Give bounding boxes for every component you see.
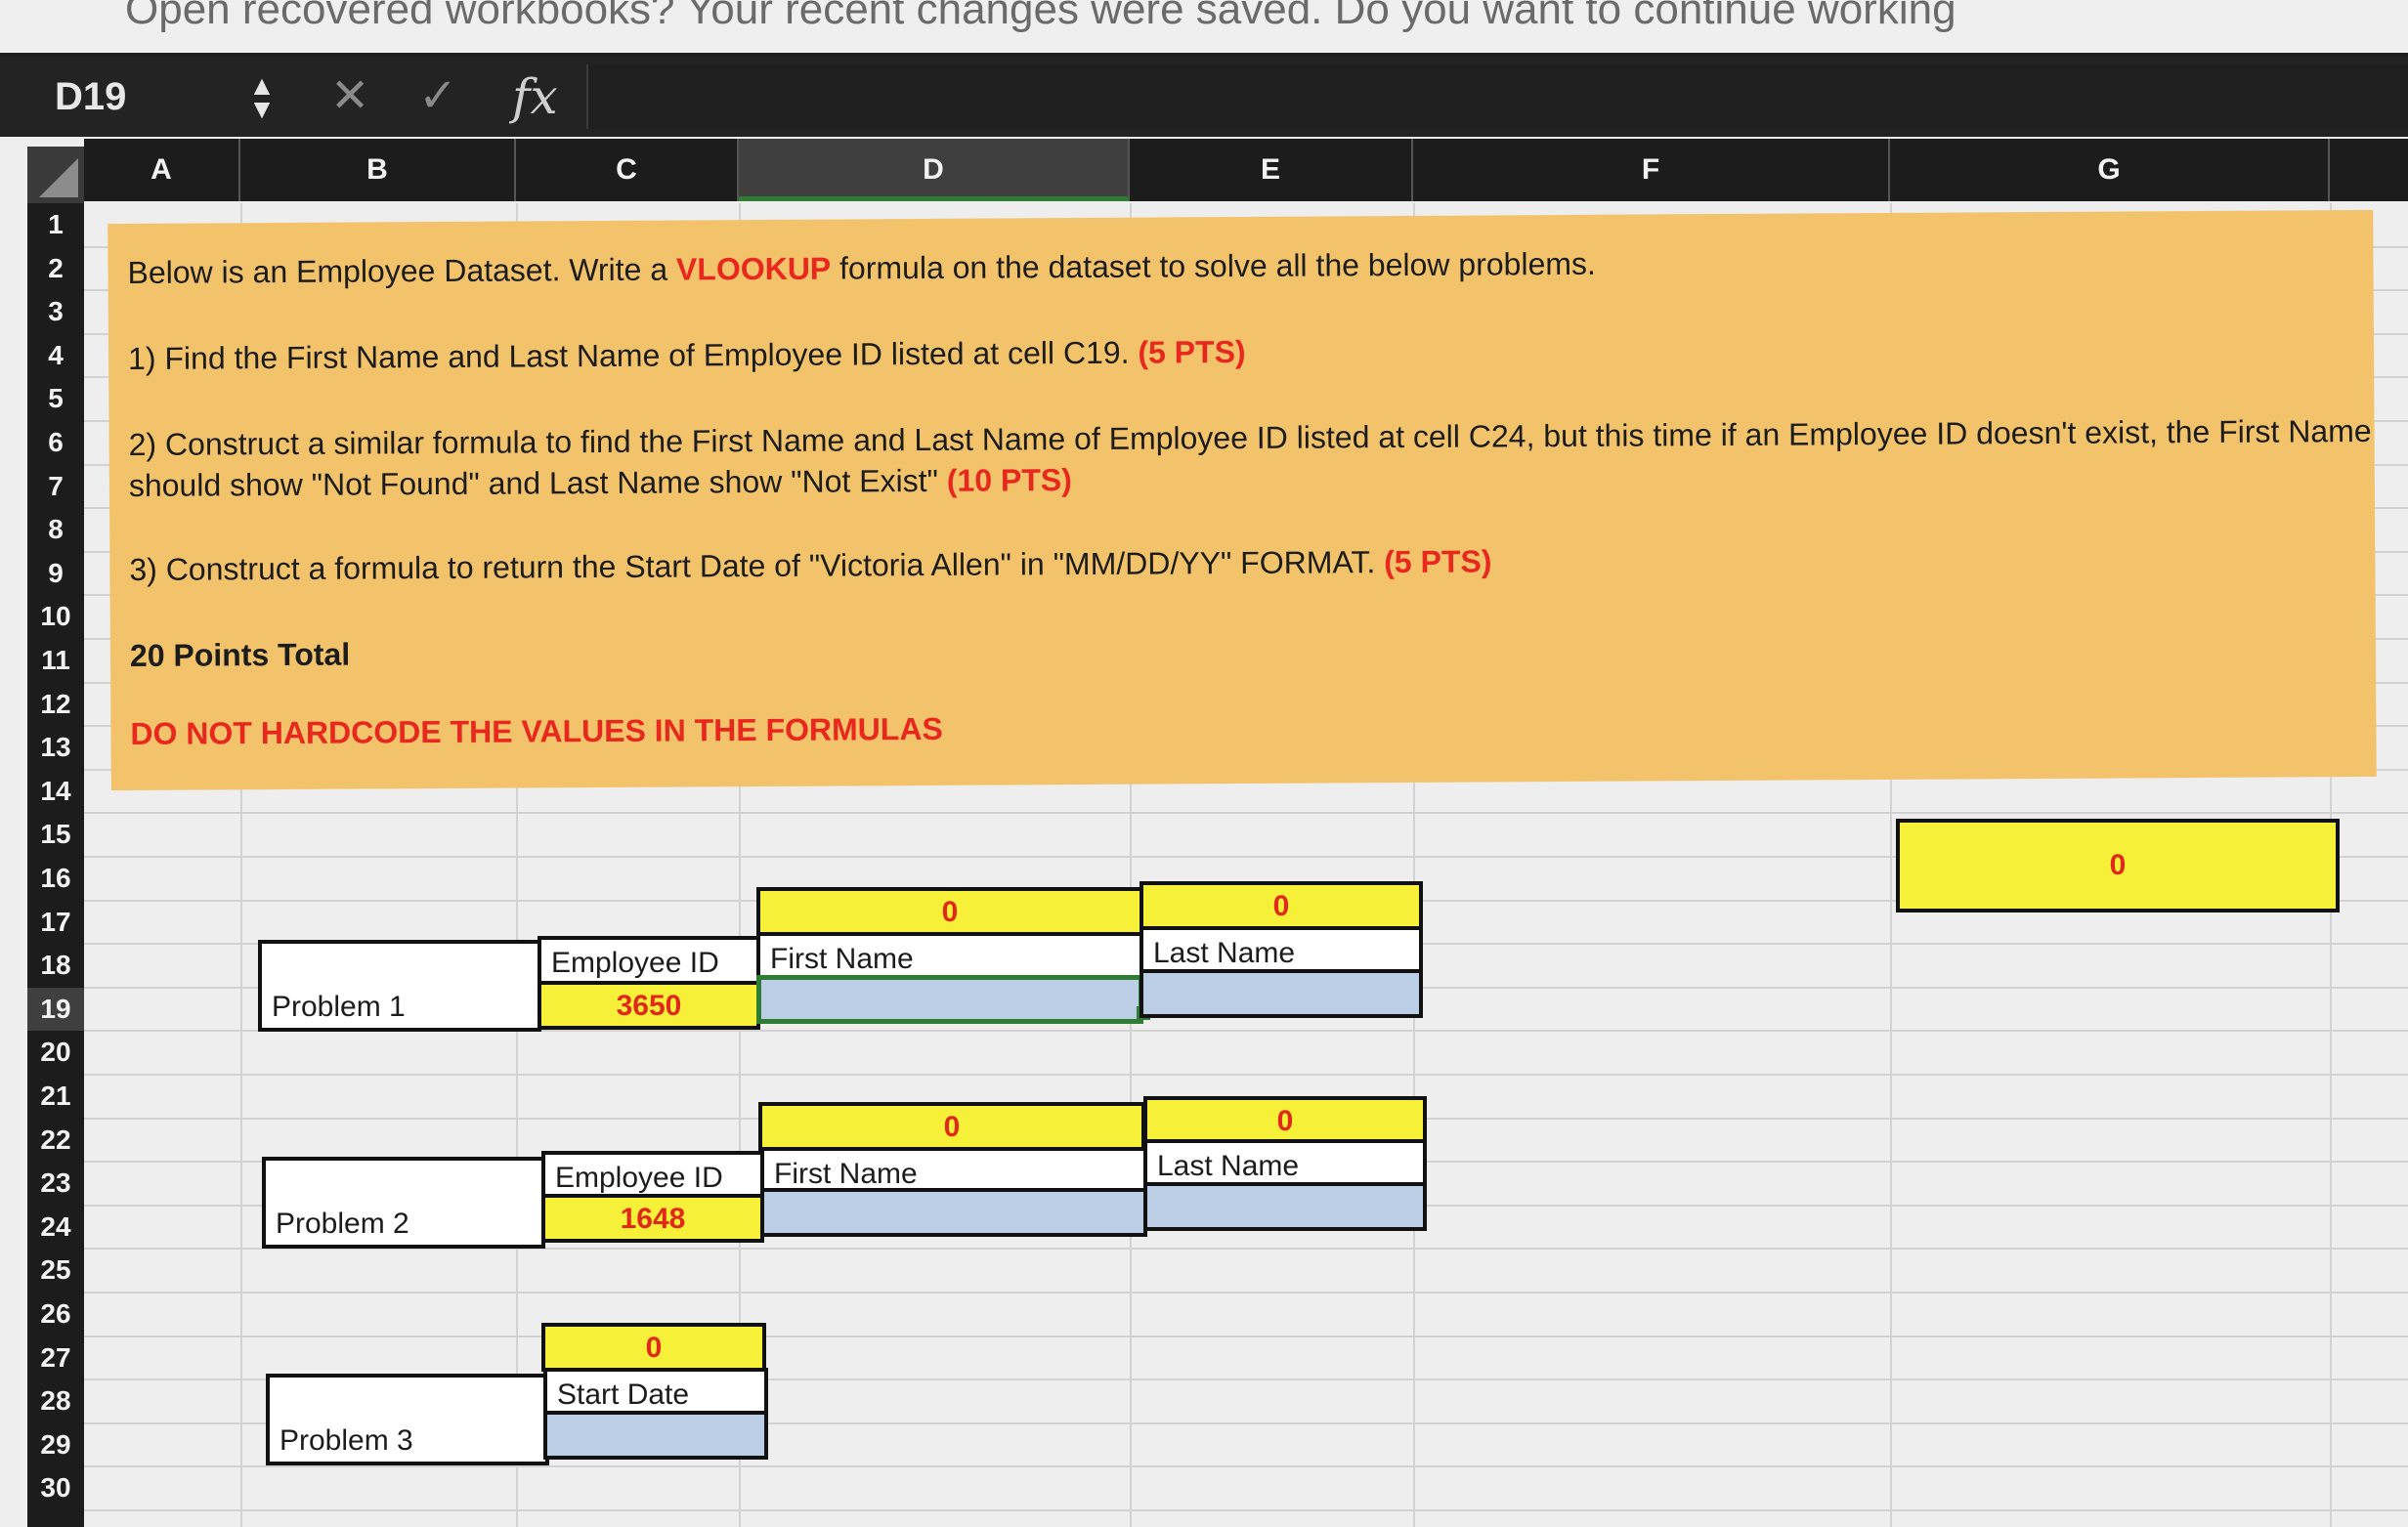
formula-input[interactable]	[586, 64, 2408, 129]
column-header-g[interactable]: G	[1890, 139, 2330, 201]
row-header-14[interactable]: 14	[27, 770, 84, 813]
row-gridline	[84, 1292, 2408, 1294]
row-header-15[interactable]: 15	[27, 813, 84, 856]
row-header-7[interactable]: 7	[27, 465, 84, 508]
question-3-text: 3) Construct a formula to return the Sta…	[129, 544, 1385, 587]
row-header-27[interactable]: 27	[27, 1336, 84, 1379]
problem2-label: Problem 2	[276, 1208, 409, 1240]
row-header-2[interactable]: 2	[27, 247, 84, 290]
row-header-28[interactable]: 28	[27, 1379, 84, 1422]
instruction-intro: Below is an Employee Dataset. Write a VL…	[127, 246, 1596, 291]
notification-text: Open recovered workbooks? Your recent ch…	[125, 0, 1956, 33]
row-header-29[interactable]: 29	[27, 1423, 84, 1466]
problem2-id-value[interactable]: 1648	[541, 1194, 764, 1243]
cell-g16[interactable]: 0	[1896, 819, 2340, 912]
row-header-10[interactable]: 10	[27, 595, 84, 638]
column-header-b[interactable]: B	[240, 139, 516, 201]
row-header-26[interactable]: 26	[27, 1293, 84, 1336]
row-header-8[interactable]: 8	[27, 508, 84, 551]
intro-text-start: Below is an Employee Dataset. Write a	[127, 251, 677, 290]
question-1: 1) Find the First Name and Last Name of …	[128, 334, 1246, 377]
row-header-3[interactable]: 3	[27, 290, 84, 333]
row-header-16[interactable]: 16	[27, 857, 84, 900]
row-gridline	[84, 1074, 2408, 1076]
problem3-label: Problem 3	[280, 1424, 413, 1457]
name-box[interactable]: D19	[27, 64, 233, 129]
row-header-18[interactable]: 18	[27, 944, 84, 987]
row-header-5[interactable]: 5	[27, 377, 84, 420]
column-header-h[interactable]	[2330, 139, 2408, 201]
row-header-20[interactable]: 20	[27, 1031, 84, 1074]
row-gridline	[84, 1336, 2408, 1337]
problem3-date-header[interactable]: Start Date	[543, 1368, 768, 1417]
problem2-label-cell[interactable]: Problem 2	[262, 1157, 545, 1249]
recovered-workbooks-notification[interactable]: Open recovered workbooks? Your recent ch…	[0, 0, 2408, 57]
problem2-first-name-top[interactable]: 0	[758, 1102, 1145, 1151]
problem1-last-name-answer[interactable]	[1140, 969, 1423, 1018]
row-header-13[interactable]: 13	[27, 726, 84, 769]
problem1-first-name-answer[interactable]	[756, 975, 1143, 1024]
question-2-text: should show "Not Found" and Last Name sh…	[128, 462, 947, 503]
problem1-label-cell[interactable]: Problem 1	[258, 940, 541, 1032]
problem1-last-name-top[interactable]: 0	[1140, 881, 1423, 930]
problem3-date-answer[interactable]	[543, 1411, 768, 1460]
column-header-f[interactable]: F	[1413, 139, 1890, 201]
problem1-id-value[interactable]: 3650	[538, 981, 760, 1030]
question-3-points: (5 PTS)	[1384, 543, 1492, 580]
row-header-11[interactable]: 11	[27, 639, 84, 682]
hardcode-warning: DO NOT HARDCODE THE VALUES IN THE FORMUL…	[130, 710, 943, 751]
column-header-a[interactable]: A	[84, 139, 240, 201]
name-box-stepper-icon[interactable]: ▲ ▼	[244, 64, 280, 129]
select-all-button[interactable]	[27, 147, 84, 203]
problem3-date-top[interactable]: 0	[541, 1323, 766, 1372]
question-2-line-2: should show "Not Found" and Last Name sh…	[129, 462, 1072, 504]
question-2-points: (10 PTS)	[946, 462, 1072, 498]
row-header-1[interactable]: 1	[27, 203, 84, 246]
column-header-d[interactable]: D	[739, 139, 1130, 201]
problem2-first-name-header[interactable]: First Name	[760, 1147, 1147, 1194]
row-gridline	[84, 1465, 2408, 1467]
formula-bar: D19 ▲ ▼ ✕ ✓ fx	[0, 57, 2408, 137]
enter-check-icon[interactable]: ✓	[418, 64, 457, 129]
row-header-19[interactable]: 19	[27, 988, 84, 1031]
cancel-icon[interactable]: ✕	[330, 64, 369, 129]
row-header-4[interactable]: 4	[27, 334, 84, 377]
row-header-24[interactable]: 24	[27, 1206, 84, 1249]
problem2-last-name-top[interactable]: 0	[1143, 1096, 1427, 1145]
row-header-17[interactable]: 17	[27, 901, 84, 944]
problem2-id-header[interactable]: Employee ID	[541, 1151, 764, 1200]
insert-function-icon[interactable]: fx	[512, 64, 558, 129]
problem3-label-cell[interactable]: Problem 3	[266, 1374, 549, 1465]
row-gridline	[84, 1509, 2408, 1511]
problem1-first-name-top[interactable]: 0	[756, 887, 1143, 936]
row-header-25[interactable]: 25	[27, 1249, 84, 1292]
problem2-last-name-header[interactable]: Last Name	[1143, 1139, 1427, 1186]
problem1-id-header[interactable]: Employee ID	[538, 936, 760, 985]
row-gridline	[84, 812, 2408, 814]
row-headers: 1 2 3 4 5 6 7 8 9 10 11 12 13 14 15 16 17 18 19 20 21 22 23 24 2…	[27, 203, 84, 1527]
problem2-first-name-answer[interactable]	[760, 1188, 1147, 1237]
row-header-12[interactable]: 12	[27, 683, 84, 726]
question-2-line-1: 2) Construct a similar formula to find t…	[128, 412, 2372, 462]
column-header-c[interactable]: C	[516, 139, 739, 201]
instruction-box[interactable]: Below is an Employee Dataset. Write a VL…	[108, 209, 2377, 791]
vlookup-keyword: VLOOKUP	[675, 250, 832, 287]
row-header-30[interactable]: 30	[27, 1466, 84, 1509]
row-header-23[interactable]: 23	[27, 1162, 84, 1205]
question-1-text: 1) Find the First Name and Last Name of …	[127, 334, 1139, 376]
problem2-last-name-answer[interactable]	[1143, 1182, 1427, 1231]
problem1-first-name-header[interactable]: First Name	[756, 932, 1143, 979]
row-header-9[interactable]: 9	[27, 552, 84, 595]
row-header-6[interactable]: 6	[27, 421, 84, 464]
problem1-last-name-header[interactable]: Last Name	[1140, 926, 1423, 973]
column-header-e[interactable]: E	[1130, 139, 1413, 201]
question-1-points: (5 PTS)	[1138, 333, 1246, 370]
row-header-22[interactable]: 22	[27, 1119, 84, 1162]
question-3: 3) Construct a formula to return the Sta…	[129, 543, 1491, 588]
points-total: 20 Points Total	[129, 636, 351, 673]
row-header-21[interactable]: 21	[27, 1075, 84, 1118]
intro-text-end: formula on the dataset to solve all the …	[831, 245, 1596, 286]
problem1-label: Problem 1	[272, 991, 406, 1023]
